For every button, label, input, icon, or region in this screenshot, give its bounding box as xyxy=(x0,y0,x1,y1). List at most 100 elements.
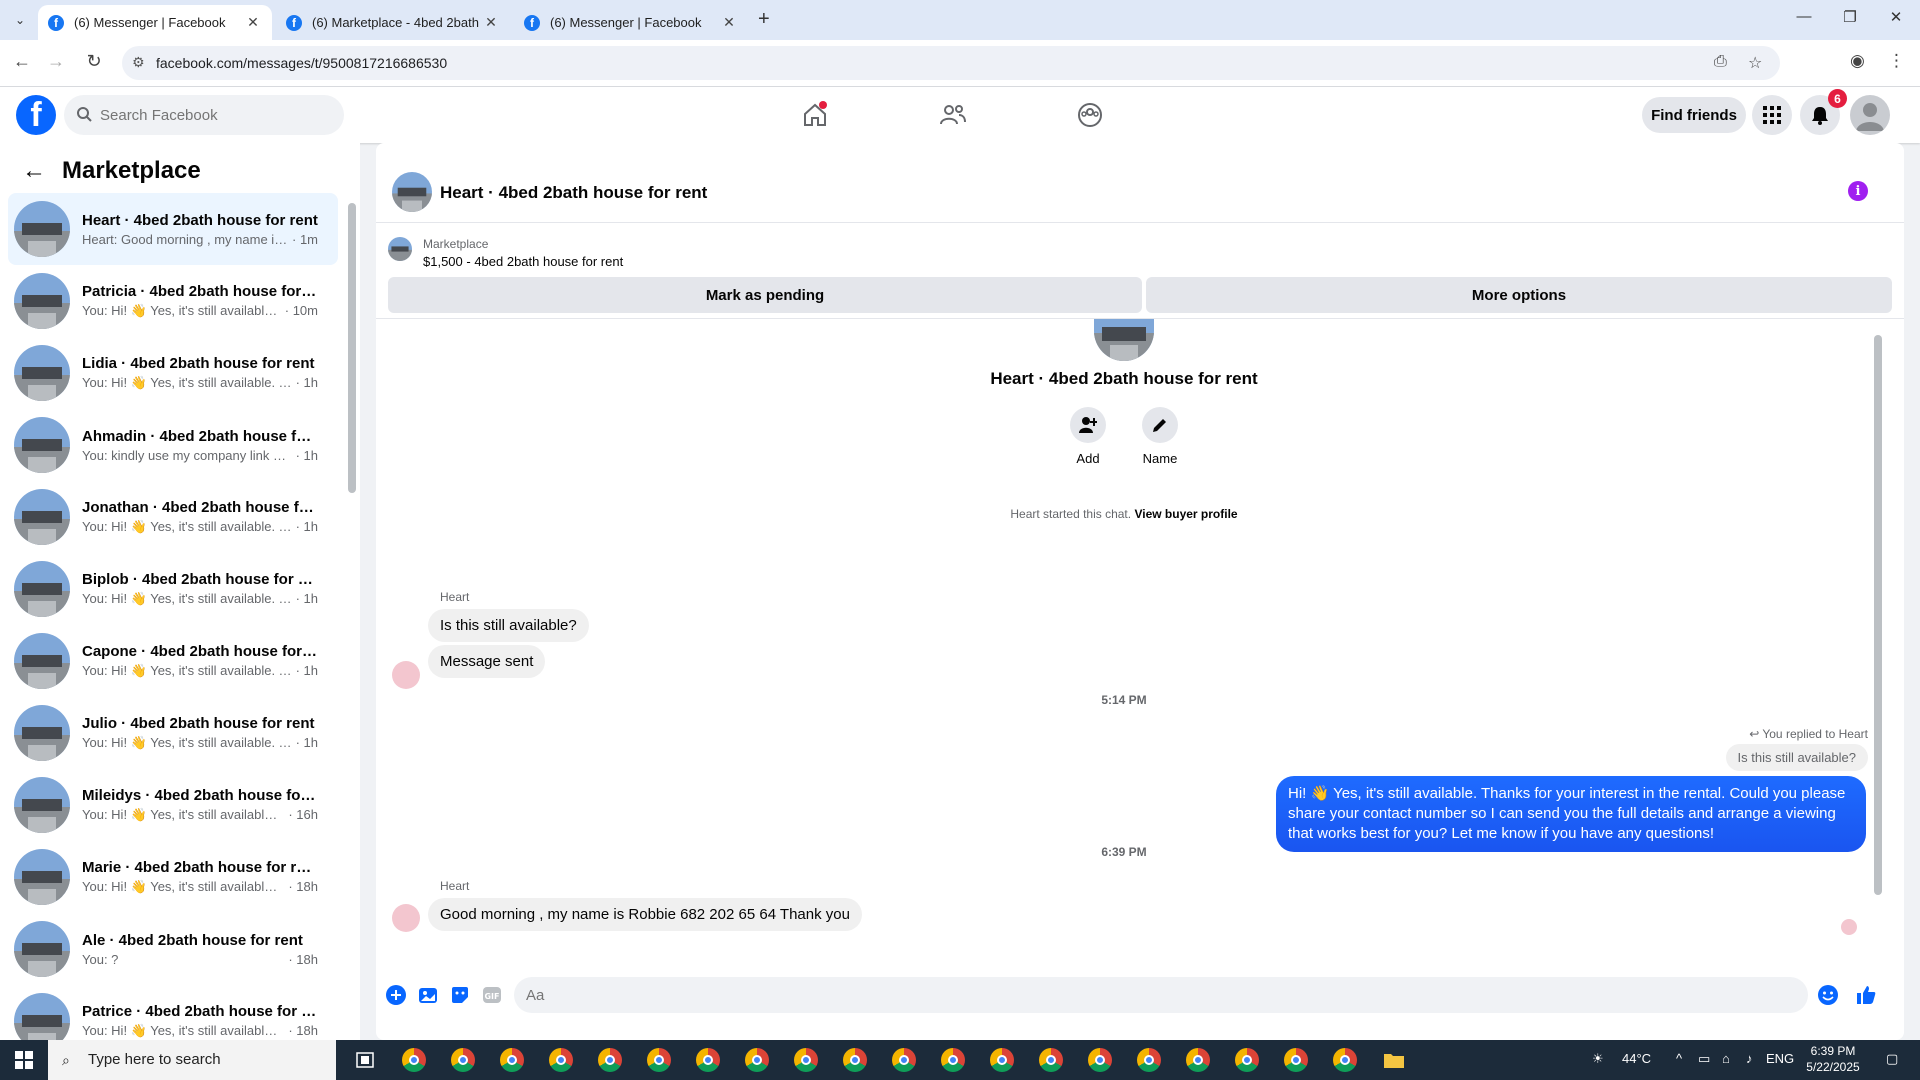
listing-thumbnail[interactable] xyxy=(392,172,432,212)
file-explorer-icon[interactable] xyxy=(1369,1040,1418,1080)
chrome-icon[interactable] xyxy=(1124,1040,1173,1080)
attach-photo-icon[interactable] xyxy=(416,983,440,1007)
taskbar-clock[interactable]: 6:39 PM 5/22/2025 xyxy=(1792,1043,1874,1075)
close-tab-icon[interactable]: ✕ xyxy=(244,14,262,31)
sender-avatar[interactable] xyxy=(392,904,420,932)
chrome-icon[interactable] xyxy=(1026,1040,1075,1080)
minimize-window-icon[interactable]: — xyxy=(1784,8,1824,25)
facebook-logo[interactable]: f xyxy=(16,95,56,135)
menu-grid-button[interactable] xyxy=(1752,95,1792,135)
new-tab-plus-icon[interactable]: + xyxy=(758,8,770,31)
chrome-icon[interactable] xyxy=(683,1040,732,1080)
reload-icon[interactable]: ↻ xyxy=(82,51,106,72)
chrome-icon[interactable] xyxy=(585,1040,634,1080)
browser-menu-icon[interactable]: ⋮ xyxy=(1888,51,1905,71)
temperature[interactable]: 44°C xyxy=(1622,1051,1651,1066)
chrome-icon[interactable] xyxy=(1173,1040,1222,1080)
address-bar[interactable]: ⚙ facebook.com/messages/t/95008172166865… xyxy=(122,46,1780,80)
back-arrow-icon[interactable]: ← xyxy=(22,157,46,185)
conversation-item[interactable]: Jonathan · 4bed 2bath house fo... You: Hi… xyxy=(8,481,338,553)
chrome-icon[interactable] xyxy=(389,1040,438,1080)
more-options-button[interactable]: More options xyxy=(1146,277,1892,313)
chrome-icon[interactable] xyxy=(928,1040,977,1080)
windows-start-icon[interactable] xyxy=(0,1040,48,1080)
chrome-icon[interactable] xyxy=(977,1040,1026,1080)
browser-tab-2[interactable]: f (6) Marketplace - 4bed 2bath house for… xyxy=(276,5,510,40)
task-view-icon[interactable] xyxy=(340,1040,389,1080)
gif-icon[interactable]: GIF xyxy=(480,983,504,1007)
quoted-message[interactable]: Is this still available? xyxy=(1725,744,1868,771)
network-icon[interactable]: ⌂ xyxy=(1722,1051,1730,1066)
chrome-icon[interactable] xyxy=(536,1040,585,1080)
conversation-item[interactable]: Biplob · 4bed 2bath house for re... You: … xyxy=(8,553,338,625)
chrome-icon[interactable] xyxy=(1222,1040,1271,1080)
back-arrow-icon[interactable]: ← xyxy=(10,51,34,72)
volume-icon[interactable]: ♪ xyxy=(1746,1051,1753,1066)
sidebar-scrollbar[interactable] xyxy=(348,203,356,493)
chrome-icon[interactable] xyxy=(1320,1040,1369,1080)
info-icon[interactable]: i xyxy=(1848,181,1868,201)
chrome-icon[interactable] xyxy=(438,1040,487,1080)
close-window-icon[interactable]: ✕ xyxy=(1876,8,1916,26)
conversation-item[interactable]: Mileidys · 4bed 2bath house for ... You: … xyxy=(8,769,338,841)
find-friends-button[interactable]: Find friends xyxy=(1642,97,1746,133)
conversation-item[interactable]: Patricia · 4bed 2bath house for r... You:… xyxy=(8,265,338,337)
display-icon[interactable]: ▭ xyxy=(1698,1051,1710,1067)
sender-avatar[interactable] xyxy=(392,661,420,689)
edit-name-button[interactable]: Name xyxy=(1130,407,1190,466)
conversation-item[interactable]: Capone · 4bed 2bath house for r... You: H… xyxy=(8,625,338,697)
browser-tab-1[interactable]: f (6) Messenger | Facebook ✕ xyxy=(38,5,272,40)
groups-nav[interactable] xyxy=(1070,95,1110,135)
outgoing-message[interactable]: Hi! 👋 Yes, it's still available. Thanks … xyxy=(1276,776,1866,852)
search-input[interactable] xyxy=(100,95,330,135)
listing-description[interactable]: $1,500 - 4bed 2bath house for rent xyxy=(423,254,623,269)
chrome-icon[interactable] xyxy=(487,1040,536,1080)
conversation-item[interactable]: Julio · 4bed 2bath house for rent You: Hi… xyxy=(8,697,338,769)
notification-center-icon[interactable]: ▢ xyxy=(1886,1051,1898,1067)
incoming-message[interactable]: Good morning , my name is Robbie 682 202… xyxy=(428,898,862,931)
weather-icon[interactable]: ☀ xyxy=(1592,1051,1604,1067)
close-tab-icon[interactable]: ✕ xyxy=(482,14,500,31)
conversation-item[interactable]: Ahmadin · 4bed 2bath house for... You: ki… xyxy=(8,409,338,481)
message-input-field[interactable] xyxy=(514,977,1808,1013)
view-buyer-profile-link[interactable]: View buyer profile xyxy=(1134,507,1237,521)
bookmark-star-icon[interactable]: ☆ xyxy=(1748,53,1762,73)
message-input[interactable] xyxy=(526,977,1726,1013)
chat-scrollbar[interactable] xyxy=(1874,335,1882,895)
home-nav[interactable] xyxy=(795,95,835,135)
conversation-item[interactable]: Heart · 4bed 2bath house for rent Heart: … xyxy=(8,193,338,265)
language-indicator[interactable]: ENG xyxy=(1766,1051,1794,1066)
chrome-icon[interactable] xyxy=(879,1040,928,1080)
chat-title[interactable]: Heart · 4bed 2bath house for rent xyxy=(440,183,707,203)
tab-search-chevron-icon[interactable]: ⌄ xyxy=(8,8,32,32)
taskbar-search[interactable]: ⌕ Type here to search xyxy=(48,1040,336,1080)
thumbs-up-icon[interactable] xyxy=(1854,983,1878,1007)
browser-tab-3[interactable]: f (6) Messenger | Facebook ✕ xyxy=(514,5,748,40)
facebook-search[interactable] xyxy=(64,95,344,135)
more-actions-plus-icon[interactable] xyxy=(384,983,408,1007)
forward-arrow-icon[interactable]: → xyxy=(44,51,68,72)
account-avatar[interactable] xyxy=(1850,95,1890,135)
sticker-icon[interactable] xyxy=(448,983,472,1007)
incoming-message[interactable]: Message sent xyxy=(428,645,546,678)
friends-nav[interactable] xyxy=(933,95,973,135)
conversation-item[interactable]: Ale · 4bed 2bath house for rent You: ? · 1… xyxy=(8,913,338,985)
chrome-icon[interactable] xyxy=(781,1040,830,1080)
incoming-message[interactable]: Is this still available? xyxy=(428,609,589,642)
emoji-icon[interactable] xyxy=(1816,983,1840,1007)
close-tab-icon[interactable]: ✕ xyxy=(720,14,738,31)
conversation-item[interactable]: Marie · 4bed 2bath house for rent You: Hi… xyxy=(8,841,338,913)
chrome-icon[interactable] xyxy=(1271,1040,1320,1080)
chrome-icon[interactable] xyxy=(634,1040,683,1080)
profile-icon[interactable]: ◉ xyxy=(1850,51,1865,71)
mark-as-pending-button[interactable]: Mark as pending xyxy=(388,277,1142,313)
conversation-item[interactable]: Lidia · 4bed 2bath house for rent You: Hi… xyxy=(8,337,338,409)
chrome-icon[interactable] xyxy=(732,1040,781,1080)
add-people-button[interactable]: Add xyxy=(1058,407,1118,466)
restore-window-icon[interactable]: ❐ xyxy=(1830,8,1870,26)
show-hidden-icons-icon[interactable]: ^ xyxy=(1676,1051,1682,1066)
install-app-icon[interactable]: ⎙ xyxy=(1714,53,1727,71)
site-info-icon[interactable]: ⚙ xyxy=(132,54,145,71)
chrome-icon[interactable] xyxy=(1075,1040,1124,1080)
chrome-icon[interactable] xyxy=(830,1040,879,1080)
